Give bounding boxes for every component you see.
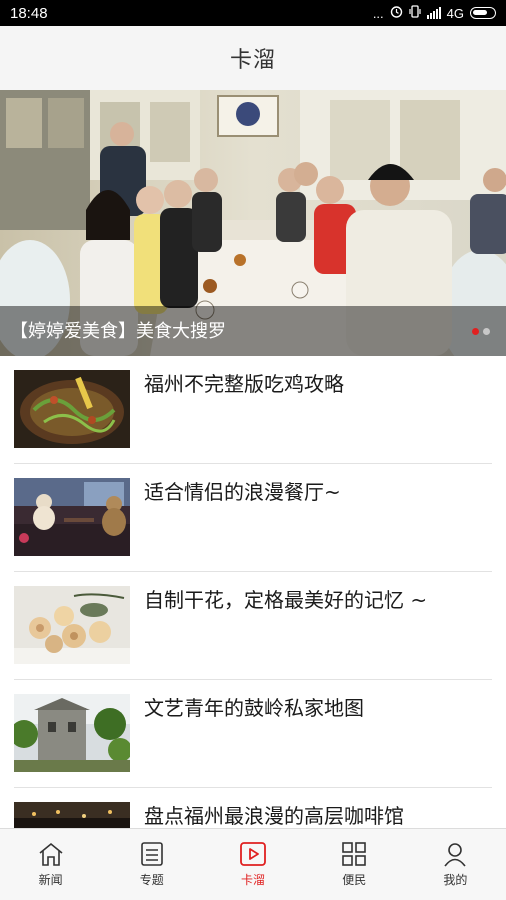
tab-kaliu[interactable]: 卡溜	[202, 829, 303, 900]
night-city-thumb	[14, 802, 130, 828]
list-item[interactable]: 文艺青年的鼓岭私家地图	[14, 680, 492, 788]
person-icon	[444, 843, 467, 867]
status-bar: 18:48 ... 4G	[0, 0, 506, 26]
article-list: 福州不完整版吃鸡攻略 适合情侣的浪漫餐厅~ 自制干花，定格最美好的记忆 ~ 文艺…	[0, 356, 506, 828]
tab-label: 专题	[139, 873, 164, 887]
list-item[interactable]: 适合情侣的浪漫餐厅~	[14, 464, 492, 572]
article-title[interactable]: 适合情侣的浪漫餐厅~	[144, 476, 341, 505]
food-dish-thumb	[14, 370, 130, 448]
banner-dot-active	[472, 328, 479, 335]
tab-topics[interactable]: 专题	[101, 829, 202, 900]
signal-icon	[426, 7, 441, 19]
grid-icon	[342, 842, 367, 866]
article-title[interactable]: 自制干花，定格最美好的记忆 ~	[144, 584, 427, 613]
tab-label: 新闻	[38, 873, 63, 887]
document-icon	[140, 842, 163, 866]
banner-carousel[interactable]: 【婷婷爱美食】美食大搜罗	[0, 90, 506, 356]
vibrate-icon	[409, 5, 421, 21]
alarm-icon	[390, 5, 403, 21]
stone-house-thumb	[14, 694, 130, 772]
teddy-bear-restaurant-thumb	[14, 478, 130, 556]
article-title[interactable]: 盘点福州最浪漫的高层咖啡馆	[144, 800, 404, 828]
page-title: 卡溜	[229, 48, 276, 73]
banner-dot	[483, 328, 490, 335]
home-icon	[39, 842, 63, 866]
battery-icon	[470, 7, 496, 19]
list-item[interactable]: 盘点福州最浪漫的高层咖啡馆	[14, 788, 492, 828]
tab-services[interactable]: 便民	[304, 829, 405, 900]
nav-bar: 卡溜	[0, 26, 506, 90]
tab-label: 便民	[342, 873, 367, 887]
tab-label: 卡溜	[241, 873, 266, 887]
banner-caption[interactable]: 【婷婷爱美食】美食大搜罗	[10, 317, 226, 343]
tab-news[interactable]: 新闻	[0, 829, 101, 900]
list-item[interactable]: 福州不完整版吃鸡攻略	[14, 356, 492, 464]
status-dots: ...	[372, 5, 384, 21]
status-time: 18:48	[10, 4, 48, 22]
play-icon	[240, 842, 266, 866]
bottom-tab-bar: 新闻 专题 卡溜 便民 我的	[0, 828, 506, 900]
network-type: 4G	[446, 5, 464, 21]
status-icons: ... 4G	[373, 5, 496, 21]
article-title[interactable]: 文艺青年的鼓岭私家地图	[144, 692, 364, 721]
article-title[interactable]: 福州不完整版吃鸡攻略	[144, 368, 344, 397]
tab-mine[interactable]: 我的	[405, 829, 506, 900]
list-item[interactable]: 自制干花，定格最美好的记忆 ~	[14, 572, 492, 680]
dried-roses-thumb	[14, 586, 130, 664]
banner-indicator	[472, 328, 490, 335]
tab-label: 我的	[443, 873, 468, 887]
